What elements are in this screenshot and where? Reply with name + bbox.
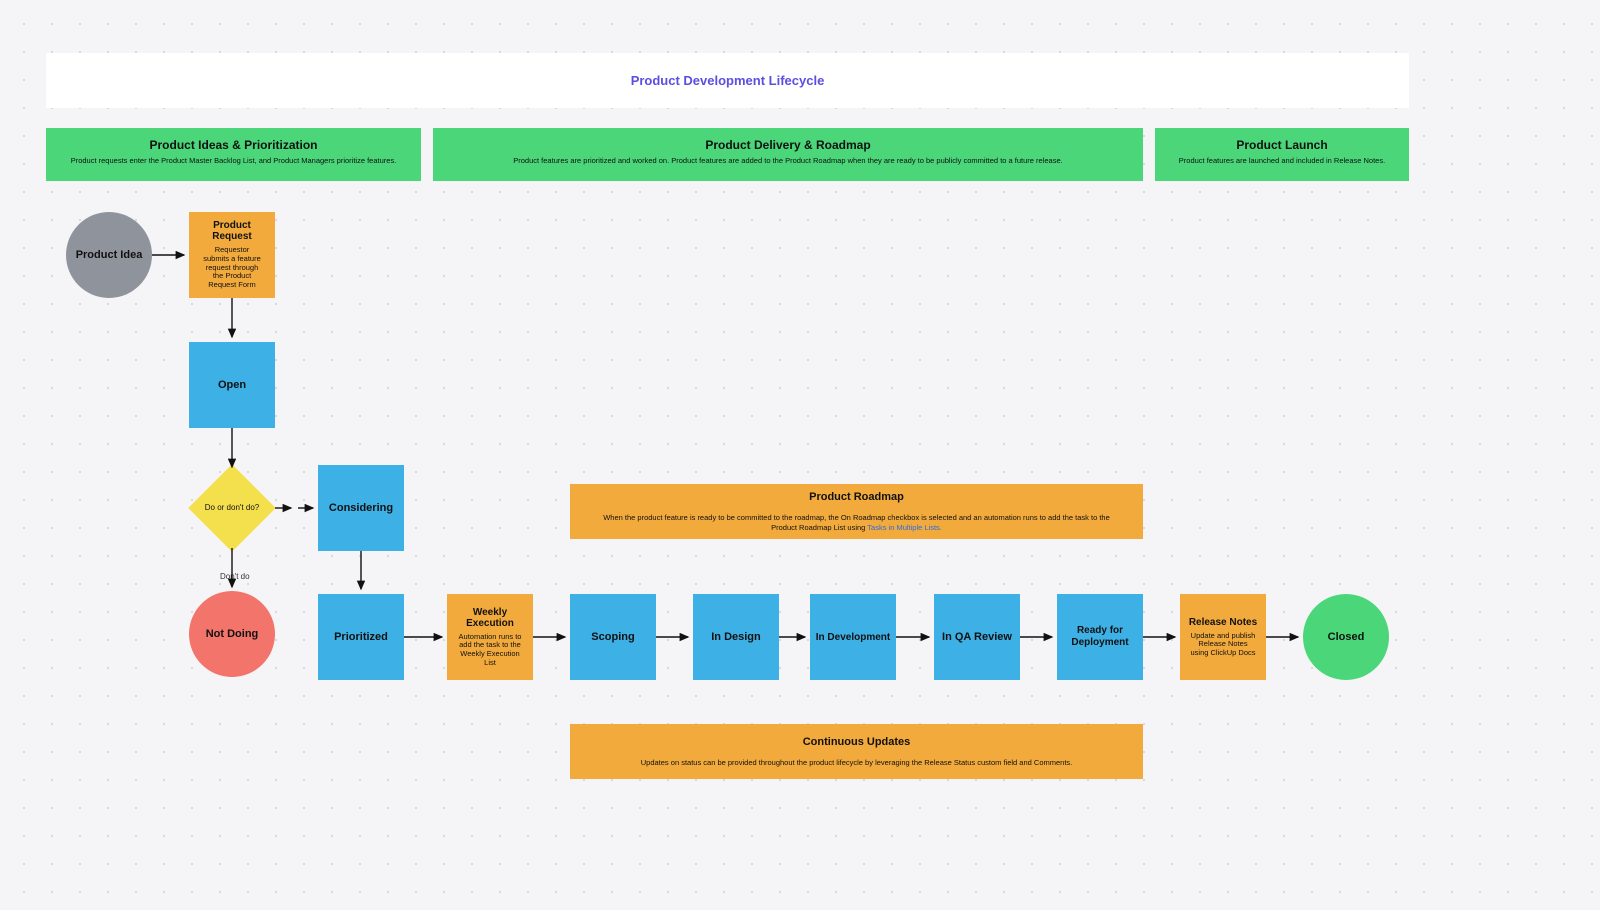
node-release-notes-label: Release Notes <box>1189 617 1257 628</box>
node-release-notes: Release Notes Update and publish Release… <box>1180 594 1266 680</box>
node-weekly-execution-sub: Automation runs to add the task to the W… <box>451 633 529 668</box>
stage-ideas-sub: Product requests enter the Product Maste… <box>58 156 409 165</box>
node-ready-deployment: Ready for Deployment <box>1057 594 1143 680</box>
node-in-design: In Design <box>693 594 779 680</box>
stage-ideas-title: Product Ideas & Prioritization <box>58 138 409 152</box>
banner-roadmap-sub: When the product feature is ready to be … <box>600 513 1113 533</box>
node-product-request-sub: Requestor submits a feature request thro… <box>195 246 269 289</box>
node-decision: Do or don't do? <box>189 465 275 551</box>
banner-roadmap-title: Product Roadmap <box>809 491 904 503</box>
node-considering: Considering <box>318 465 404 551</box>
node-product-request-label: Product Request <box>195 220 269 242</box>
stage-launch-title: Product Launch <box>1167 138 1397 152</box>
node-not-doing-label: Not Doing <box>206 628 259 640</box>
node-scoping-label: Scoping <box>591 631 634 643</box>
node-product-idea-label: Product Idea <box>76 249 143 261</box>
node-considering-label: Considering <box>329 502 393 514</box>
node-closed: Closed <box>1303 594 1389 680</box>
banner-updates: Continuous Updates Updates on status can… <box>570 724 1143 779</box>
node-open: Open <box>189 342 275 428</box>
node-product-request: Product Request Requestor submits a feat… <box>189 212 275 298</box>
node-closed-label: Closed <box>1328 631 1365 643</box>
node-open-label: Open <box>218 379 246 391</box>
node-product-idea: Product Idea <box>66 212 152 298</box>
title-text: Product Development Lifecycle <box>631 73 825 88</box>
stage-launch-sub: Product features are launched and includ… <box>1167 156 1397 165</box>
node-in-qa: In QA Review <box>934 594 1020 680</box>
node-ready-deployment-label: Ready for Deployment <box>1057 625 1143 649</box>
node-prioritized: Prioritized <box>318 594 404 680</box>
edge-label-dont-do: Don't do <box>220 572 250 581</box>
stage-delivery: Product Delivery & Roadmap Product featu… <box>433 128 1143 181</box>
banner-roadmap: Product Roadmap When the product feature… <box>570 484 1143 539</box>
node-scoping: Scoping <box>570 594 656 680</box>
stage-launch: Product Launch Product features are laun… <box>1155 128 1409 181</box>
node-in-development-label: In Development <box>816 632 890 643</box>
node-release-notes-sub: Update and publish Release Notes using C… <box>1184 632 1262 658</box>
stage-delivery-title: Product Delivery & Roadmap <box>445 138 1131 152</box>
banner-updates-sub: Updates on status can be provided throug… <box>641 758 1073 768</box>
stage-ideas: Product Ideas & Prioritization Product r… <box>46 128 421 181</box>
title-bar: Product Development Lifecycle <box>46 53 1409 108</box>
node-in-development: In Development <box>810 594 896 680</box>
banner-updates-title: Continuous Updates <box>803 736 911 748</box>
node-weekly-execution-label: Weekly Execution <box>451 607 529 629</box>
node-prioritized-label: Prioritized <box>334 631 388 643</box>
stage-delivery-sub: Product features are prioritized and wor… <box>445 156 1131 165</box>
banner-roadmap-link[interactable]: Tasks in Multiple Lists. <box>867 523 942 532</box>
node-decision-label: Do or don't do? <box>189 465 275 551</box>
node-in-qa-label: In QA Review <box>942 631 1012 643</box>
node-not-doing: Not Doing <box>189 591 275 677</box>
diagram-canvas[interactable]: Product Development Lifecycle Product Id… <box>0 0 1600 910</box>
node-weekly-execution: Weekly Execution Automation runs to add … <box>447 594 533 680</box>
node-in-design-label: In Design <box>711 631 761 643</box>
